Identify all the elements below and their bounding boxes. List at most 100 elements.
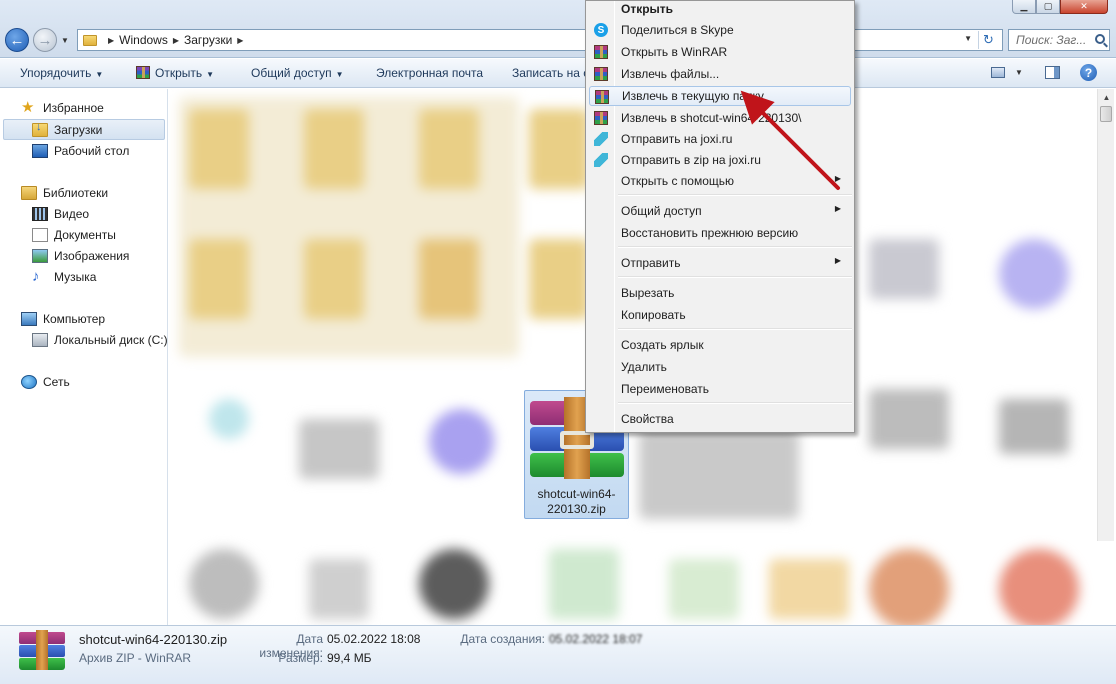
menu-item-rename[interactable]: Переименовать [589, 379, 851, 399]
nav-desktop[interactable]: Рабочий стол [32, 141, 129, 161]
nav-network[interactable]: Сеть [21, 372, 70, 392]
minimize-button[interactable]: ▁ [1012, 0, 1036, 14]
nav-label: Локальный диск (C:) [54, 333, 168, 347]
back-button[interactable]: ← [5, 28, 29, 52]
menu-item-extract-to-folder[interactable]: Извлечь в shotcut-win64-220130\ [589, 108, 851, 128]
address-field[interactable]: ▶ Windows ▶ Загрузки ▶ ▼ ↻ [77, 29, 1003, 51]
refresh-icon[interactable]: ↻ [978, 31, 998, 49]
maximize-button[interactable]: ▢ [1036, 0, 1060, 14]
nav-label: Избранное [43, 101, 104, 115]
search-icon[interactable] [1095, 34, 1105, 44]
menu-label: Вырезать [621, 286, 675, 300]
submenu-arrow-icon: ▶ [834, 204, 841, 213]
menu-item-properties[interactable]: Свойства [589, 409, 851, 429]
address-dropdown[interactable]: ▼ [964, 34, 972, 43]
desktop-icon [32, 144, 48, 158]
menu-item-send-to[interactable]: Отправить ▶ [589, 253, 851, 273]
open-button[interactable]: Открыть ▼ [136, 66, 214, 80]
view-options-icon[interactable] [991, 67, 1005, 78]
arrow-left-icon: ← [9, 31, 25, 49]
images-icon [32, 249, 48, 263]
organize-button[interactable]: Упорядочить ▼ [20, 66, 103, 80]
chevron-right-icon[interactable]: ▶ [108, 36, 114, 45]
nav-label: Изображения [54, 249, 130, 263]
nav-music[interactable]: ♪ Музыка [32, 267, 96, 287]
scroll-up-icon[interactable]: ▲ [1098, 89, 1115, 106]
share-label: Общий доступ [251, 66, 332, 80]
nav-favorites[interactable]: ★ Избранное [21, 98, 104, 118]
help-icon[interactable]: ? [1080, 64, 1097, 81]
search-input[interactable]: Поиск: Заг... [1008, 29, 1110, 51]
menu-label: Открыть в WinRAR [621, 45, 728, 59]
menu-separator [618, 328, 852, 330]
details-created-label: Дата создания: [460, 632, 545, 646]
nav-documents[interactable]: Документы [32, 225, 116, 245]
chevron-down-icon: ▼ [206, 70, 215, 79]
details-size-label: Размер: [278, 651, 323, 665]
nav-downloads[interactable]: Загрузки [32, 120, 102, 140]
burn-button[interactable]: Записать на с [512, 66, 589, 80]
menu-item-extract-files[interactable]: Извлечь файлы... [589, 64, 851, 84]
details-created-value: 05.02.2022 18:07 [549, 632, 643, 646]
chevron-down-icon[interactable]: ▼ [1015, 68, 1023, 77]
star-icon: ★ [21, 99, 35, 116]
downloads-folder-icon [32, 121, 48, 137]
menu-separator [618, 194, 852, 196]
forward-button[interactable]: → [33, 28, 57, 52]
documents-icon [32, 228, 48, 242]
menu-item-open-with[interactable]: Открыть с помощью ▶ [589, 171, 851, 191]
breadcrumb-downloads[interactable]: Загрузки [184, 33, 232, 47]
nav-label: Видео [54, 207, 90, 221]
nav-local-disk[interactable]: Локальный диск (C:) [32, 330, 168, 350]
menu-item-send-joxi[interactable]: Отправить на joxi.ru [589, 129, 851, 149]
recent-pages-dropdown[interactable]: ▼ [61, 36, 69, 45]
nav-label: Загрузки [54, 123, 103, 137]
scroll-thumb[interactable] [1100, 106, 1112, 122]
folder-icon [83, 34, 97, 46]
computer-icon [21, 312, 37, 326]
menu-item-extract-here[interactable]: Извлечь в текущую папку [589, 86, 851, 106]
disk-icon [32, 333, 48, 347]
joxi-icon [594, 153, 608, 167]
details-file-name: shotcut-win64-220130.zip [79, 632, 228, 647]
menu-item-cut[interactable]: Вырезать [589, 283, 851, 303]
submenu-arrow-icon: ▶ [834, 174, 841, 183]
menu-label: Открыть с помощью [621, 174, 735, 188]
email-button[interactable]: Электронная почта [376, 66, 483, 80]
menu-item-share-skype[interactable]: S Поделиться в Skype [589, 20, 851, 40]
menu-label: Создать ярлык [621, 338, 704, 352]
details-pane: shotcut-win64-220130.zip Архив ZIP - Win… [0, 625, 1116, 684]
chevron-right-icon[interactable]: ▶ [173, 36, 179, 45]
menu-item-open-winrar[interactable]: Открыть в WinRAR [589, 42, 851, 62]
menu-item-open[interactable]: Открыть [589, 0, 851, 19]
nav-label: Библиотеки [43, 186, 109, 200]
nav-video[interactable]: Видео [32, 204, 89, 224]
menu-label: Переименовать [621, 382, 709, 396]
submenu-arrow-icon: ▶ [834, 256, 841, 265]
search-placeholder: Поиск: Заг... [1016, 33, 1087, 47]
menu-item-restore-version[interactable]: Восстановить прежнюю версию [589, 223, 851, 243]
breadcrumb-windows[interactable]: Windows [119, 33, 168, 47]
address-bar-area: ▁ ▢ ✕ ← → ▼ ▶ Windows ▶ Загрузки ▶ ▼ ↻ П… [0, 0, 1116, 58]
libraries-icon [21, 186, 37, 200]
preview-pane-icon[interactable] [1045, 66, 1060, 79]
menu-label: Отправить [621, 256, 681, 270]
nav-libraries[interactable]: Библиотеки [21, 183, 108, 203]
menu-label: Копировать [621, 308, 686, 322]
menu-item-create-shortcut[interactable]: Создать ярлык [589, 335, 851, 355]
close-button[interactable]: ✕ [1060, 0, 1108, 14]
nav-label: Музыка [54, 270, 97, 284]
menu-item-send-zip-joxi[interactable]: Отправить в zip на joxi.ru [589, 150, 851, 170]
menu-label: Удалить [621, 360, 667, 374]
nav-computer[interactable]: Компьютер [21, 309, 105, 329]
chevron-right-icon[interactable]: ▶ [237, 36, 243, 45]
winrar-icon [594, 111, 608, 125]
menu-item-delete[interactable]: Удалить [589, 357, 851, 377]
vertical-scrollbar[interactable]: ▲ [1097, 89, 1114, 541]
menu-item-sharing[interactable]: Общий доступ ▶ [589, 201, 851, 221]
menu-item-copy[interactable]: Копировать [589, 305, 851, 325]
menu-label: Извлечь в shotcut-win64-220130\ [621, 111, 802, 125]
nav-images[interactable]: Изображения [32, 246, 129, 266]
share-button[interactable]: Общий доступ ▼ [251, 66, 344, 80]
file-name-label: shotcut-win64-220130.zip [537, 487, 616, 516]
